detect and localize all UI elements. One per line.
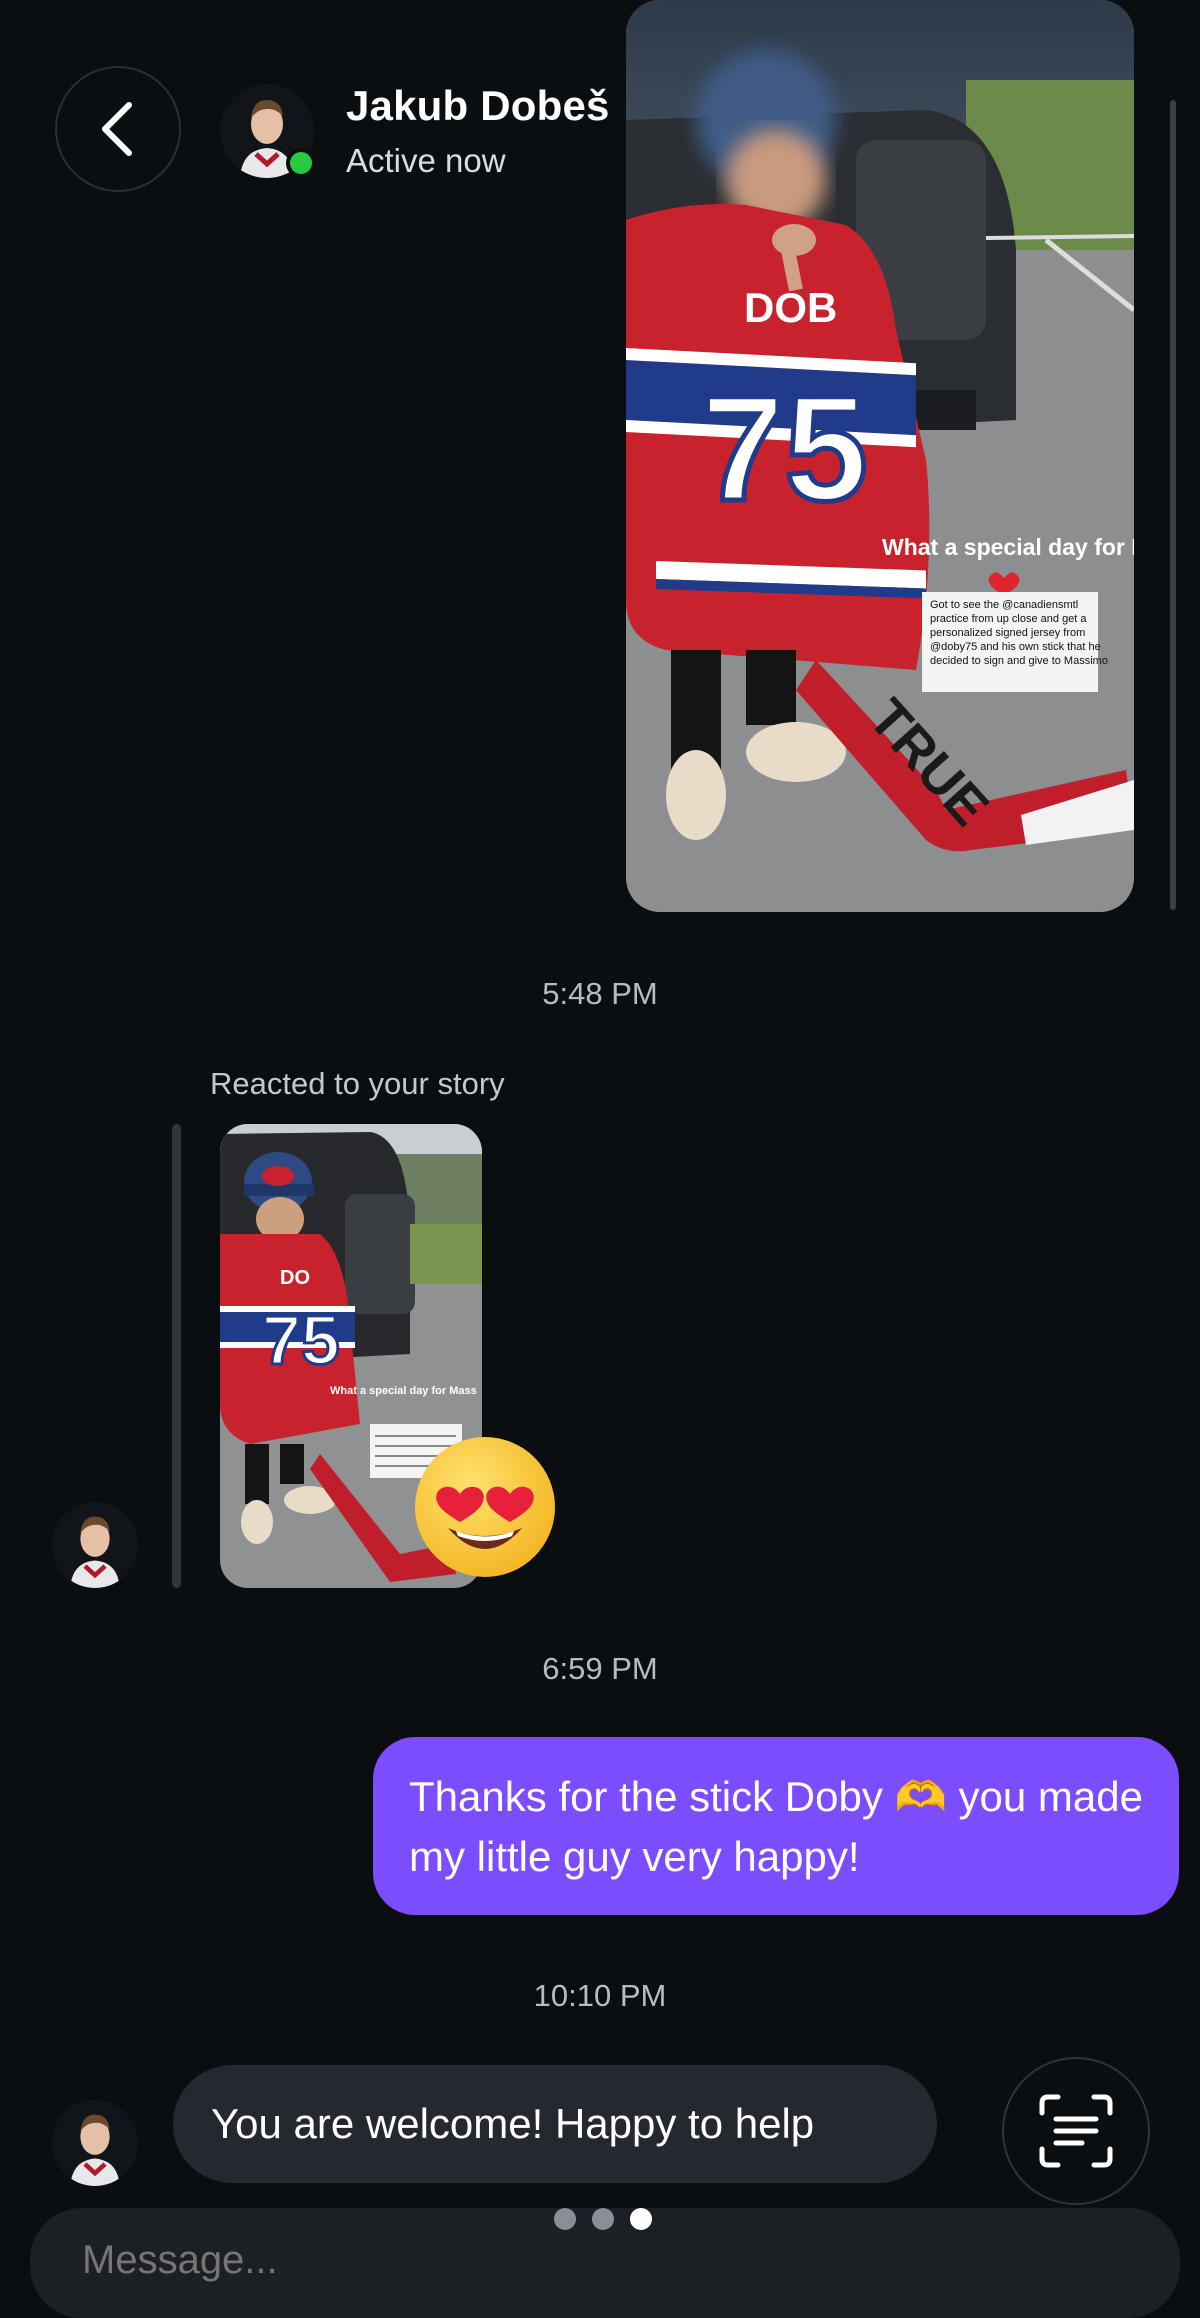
page-dot-active bbox=[630, 2208, 652, 2230]
outgoing-message[interactable]: Thanks for the stick Doby 🫶 you made my … bbox=[373, 1737, 1179, 1915]
page-indicator bbox=[554, 2208, 652, 2230]
svg-text:What a special day for Mass: What a special day for Mass bbox=[330, 1385, 477, 1397]
timestamp: 5:48 PM bbox=[542, 976, 658, 1011]
story-photo[interactable]: DOB 75 TRUE What a special day for Mass … bbox=[626, 0, 1134, 912]
story-caption-title: What a special day for Mass bbox=[882, 534, 1134, 560]
contact-name[interactable]: Jakub Dobeš bbox=[346, 82, 610, 130]
contact-avatar-small[interactable] bbox=[52, 2100, 138, 2186]
message-input[interactable] bbox=[82, 2238, 682, 2283]
timestamp: 10:10 PM bbox=[533, 1978, 667, 2013]
timestamp: 6:59 PM bbox=[542, 1651, 658, 1686]
svg-text:DO: DO bbox=[280, 1267, 310, 1289]
page-dot bbox=[554, 2208, 576, 2230]
scrollbar[interactable] bbox=[1170, 100, 1176, 910]
contact-avatar-small[interactable] bbox=[52, 1502, 138, 1588]
text-scan-icon bbox=[1039, 2094, 1113, 2168]
online-indicator bbox=[286, 148, 316, 178]
chevron-left-icon bbox=[102, 102, 132, 156]
back-button[interactable] bbox=[55, 66, 181, 192]
page-dot bbox=[592, 2208, 614, 2230]
scan-text-button[interactable] bbox=[1002, 2057, 1150, 2205]
jersey-number: 75 bbox=[701, 364, 868, 532]
active-status: Active now bbox=[346, 142, 506, 179]
incoming-message[interactable]: You are welcome! Happy to help bbox=[173, 2065, 937, 2183]
reacted-to-story-label: Reacted to your story bbox=[210, 1066, 505, 1101]
reply-indicator-bar bbox=[172, 1124, 181, 1588]
heart-eyes-emoji-icon bbox=[415, 1437, 555, 1577]
svg-text:75: 75 bbox=[262, 1301, 340, 1379]
